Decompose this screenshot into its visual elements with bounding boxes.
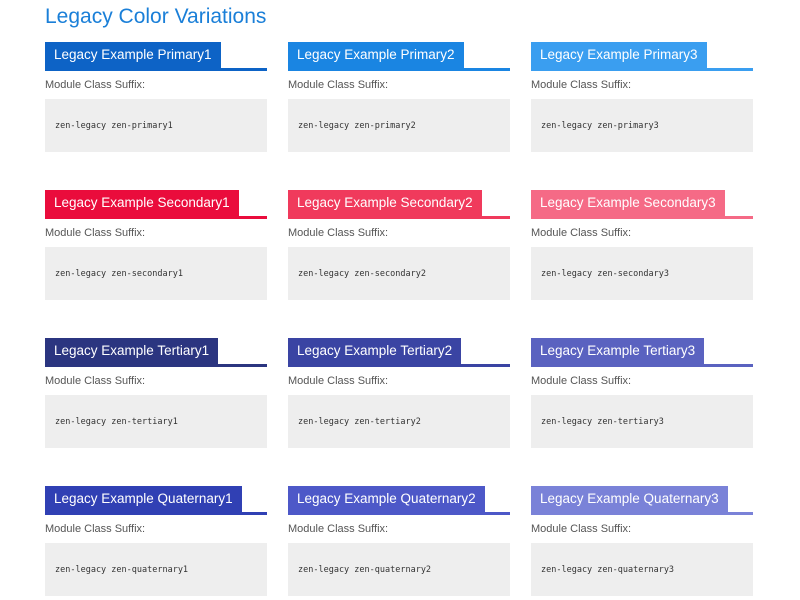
- module-grid: Legacy Example Primary1 Module Class Suf…: [45, 42, 753, 597]
- code-block[interactable]: zen-legacy zen-quaternary3: [531, 543, 753, 596]
- module-title: Legacy Example Secondary3: [531, 190, 725, 216]
- code-text[interactable]: zen-legacy zen-primary1: [55, 121, 173, 131]
- module-underline: [531, 512, 753, 515]
- module-class-suffix-label: Module Class Suffix:: [531, 227, 632, 239]
- code-block[interactable]: zen-legacy zen-secondary2: [288, 247, 510, 300]
- module-header: Legacy Example Primary1: [45, 42, 267, 71]
- module-underline: [45, 364, 267, 367]
- module-quaternary2: Legacy Example Quaternary2 Module Class …: [288, 486, 510, 597]
- module-underline: [531, 216, 753, 219]
- code-block[interactable]: zen-legacy zen-primary1: [45, 99, 267, 152]
- module-underline: [45, 216, 267, 219]
- module-class-suffix-label: Module Class Suffix:: [288, 375, 389, 387]
- module-class-suffix-label: Module Class Suffix:: [45, 523, 146, 535]
- module-title: Legacy Example Primary2: [288, 42, 464, 68]
- module-class-suffix-label: Module Class Suffix:: [45, 79, 146, 91]
- module-title: Legacy Example Tertiary2: [288, 338, 462, 364]
- module-class-suffix-label: Module Class Suffix:: [531, 523, 632, 535]
- code-text[interactable]: zen-legacy zen-primary2: [298, 121, 416, 131]
- module-header: Legacy Example Quaternary1: [45, 486, 267, 515]
- code-text[interactable]: zen-legacy zen-tertiary1: [55, 417, 178, 427]
- module-header: Legacy Example Tertiary3: [531, 338, 753, 367]
- module-tertiary3: Legacy Example Tertiary3 Module Class Su…: [531, 338, 753, 449]
- module-underline: [288, 68, 510, 71]
- module-header: Legacy Example Quaternary3: [531, 486, 753, 515]
- module-title: Legacy Example Secondary2: [288, 190, 482, 216]
- module-underline: [45, 512, 267, 515]
- code-text[interactable]: zen-legacy zen-secondary3: [541, 269, 669, 279]
- code-block[interactable]: zen-legacy zen-primary3: [531, 99, 753, 152]
- module-primary3: Legacy Example Primary3 Module Class Suf…: [531, 42, 753, 153]
- module-title: Legacy Example Primary1: [45, 42, 221, 68]
- module-underline: [288, 216, 510, 219]
- code-block[interactable]: zen-legacy zen-quaternary1: [45, 543, 267, 596]
- code-block[interactable]: zen-legacy zen-tertiary2: [288, 395, 510, 448]
- module-header: Legacy Example Quaternary2: [288, 486, 510, 515]
- module-class-suffix-label: Module Class Suffix:: [45, 375, 146, 387]
- module-primary1: Legacy Example Primary1 Module Class Suf…: [45, 42, 267, 153]
- module-tertiary2: Legacy Example Tertiary2 Module Class Su…: [288, 338, 510, 449]
- module-class-suffix-label: Module Class Suffix:: [288, 523, 389, 535]
- module-header: Legacy Example Secondary2: [288, 190, 510, 219]
- module-header: Legacy Example Tertiary1: [45, 338, 267, 367]
- code-block[interactable]: zen-legacy zen-tertiary3: [531, 395, 753, 448]
- module-header: Legacy Example Secondary3: [531, 190, 753, 219]
- module-underline: [531, 68, 753, 71]
- module-title: Legacy Example Tertiary1: [45, 338, 219, 364]
- module-quaternary3: Legacy Example Quaternary3 Module Class …: [531, 486, 753, 597]
- module-tertiary1: Legacy Example Tertiary1 Module Class Su…: [45, 338, 267, 449]
- module-underline: [531, 364, 753, 367]
- module-primary2: Legacy Example Primary2 Module Class Suf…: [288, 42, 510, 153]
- module-class-suffix-label: Module Class Suffix:: [45, 227, 146, 239]
- module-secondary2: Legacy Example Secondary2 Module Class S…: [288, 190, 510, 301]
- code-block[interactable]: zen-legacy zen-quaternary2: [288, 543, 510, 596]
- code-text[interactable]: zen-legacy zen-tertiary3: [541, 417, 664, 427]
- module-underline: [45, 68, 267, 71]
- module-class-suffix-label: Module Class Suffix:: [288, 227, 389, 239]
- code-block[interactable]: zen-legacy zen-secondary1: [45, 247, 267, 300]
- module-secondary3: Legacy Example Secondary3 Module Class S…: [531, 190, 753, 301]
- module-underline: [288, 364, 510, 367]
- module-secondary1: Legacy Example Secondary1 Module Class S…: [45, 190, 267, 301]
- module-class-suffix-label: Module Class Suffix:: [288, 79, 389, 91]
- module-title: Legacy Example Quaternary1: [45, 486, 242, 512]
- module-title: Legacy Example Quaternary2: [288, 486, 485, 512]
- module-header: Legacy Example Primary3: [531, 42, 753, 71]
- module-header: Legacy Example Primary2: [288, 42, 510, 71]
- code-text[interactable]: zen-legacy zen-secondary2: [298, 269, 426, 279]
- code-text[interactable]: zen-legacy zen-tertiary2: [298, 417, 421, 427]
- module-header: Legacy Example Secondary1: [45, 190, 267, 219]
- code-block[interactable]: zen-legacy zen-secondary3: [531, 247, 753, 300]
- module-underline: [288, 512, 510, 515]
- code-text[interactable]: zen-legacy zen-quaternary1: [55, 565, 188, 575]
- module-class-suffix-label: Module Class Suffix:: [531, 79, 632, 91]
- module-class-suffix-label: Module Class Suffix:: [531, 375, 632, 387]
- module-header: Legacy Example Tertiary2: [288, 338, 510, 367]
- module-quaternary1: Legacy Example Quaternary1 Module Class …: [45, 486, 267, 597]
- module-title: Legacy Example Primary3: [531, 42, 707, 68]
- code-text[interactable]: zen-legacy zen-quaternary2: [298, 565, 431, 575]
- module-title: Legacy Example Secondary1: [45, 190, 239, 216]
- code-text[interactable]: zen-legacy zen-quaternary3: [541, 565, 674, 575]
- module-title: Legacy Example Tertiary3: [531, 338, 705, 364]
- page-title: Legacy Color Variations: [45, 5, 267, 28]
- code-text[interactable]: zen-legacy zen-primary3: [541, 121, 659, 131]
- code-block[interactable]: zen-legacy zen-tertiary1: [45, 395, 267, 448]
- code-block[interactable]: zen-legacy zen-primary2: [288, 99, 510, 152]
- module-title: Legacy Example Quaternary3: [531, 486, 728, 512]
- code-text[interactable]: zen-legacy zen-secondary1: [55, 269, 183, 279]
